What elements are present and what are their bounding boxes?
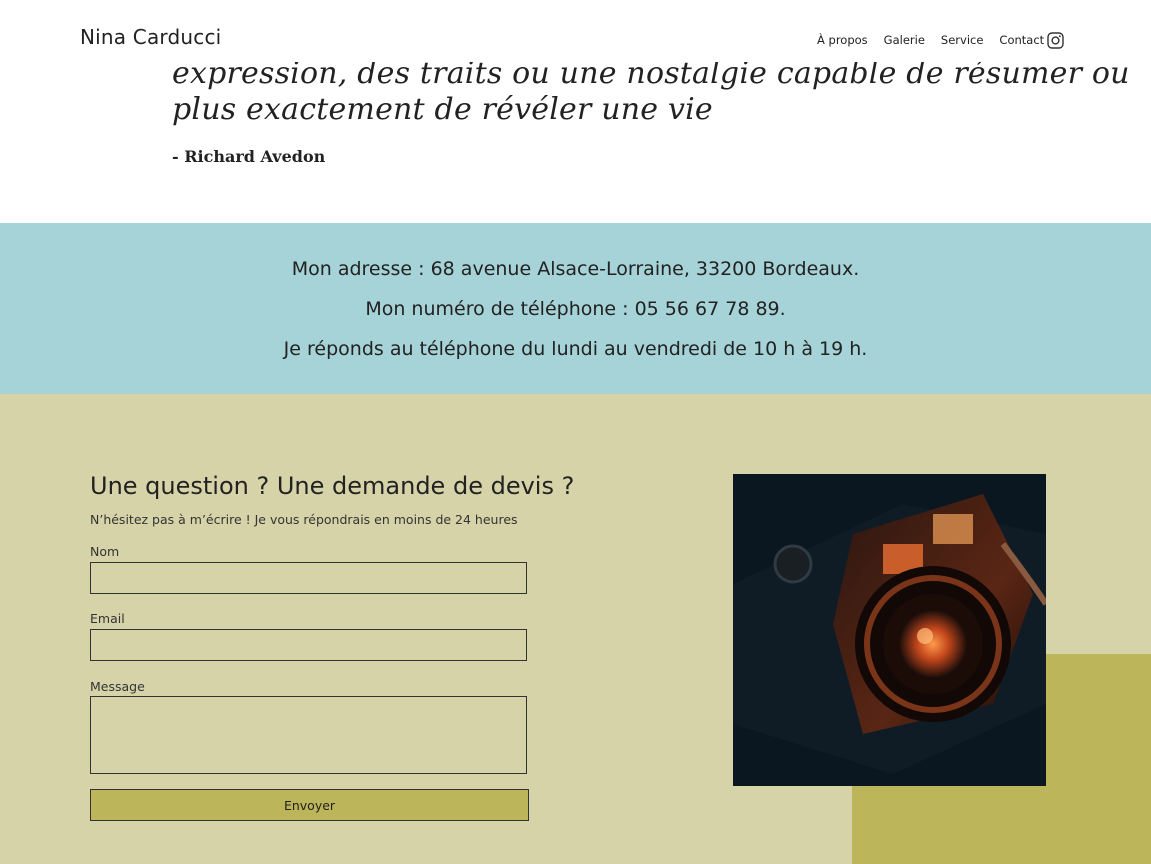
hours-text: Je réponds au téléphone du lundi au vend… xyxy=(283,338,868,360)
address-text: Mon adresse : 68 avenue Alsace-Lorraine,… xyxy=(291,258,860,280)
nav-link-gallery[interactable]: Galerie xyxy=(884,33,925,47)
name-label: Nom xyxy=(90,544,120,559)
main-nav: À propos Galerie Service Contact xyxy=(817,33,1044,47)
site-brand[interactable]: Nina Carducci xyxy=(80,25,221,49)
nav-link-service[interactable]: Service xyxy=(941,33,984,47)
submit-button[interactable]: Envoyer xyxy=(90,789,529,821)
email-field[interactable] xyxy=(90,629,527,661)
contact-info-band: Mon adresse : 68 avenue Alsace-Lorraine,… xyxy=(0,223,1151,394)
form-title: Une question ? Une demande de devis ? xyxy=(90,472,575,500)
site-header: Nina Carducci À propos Galerie Service C… xyxy=(0,0,1151,62)
message-label: Message xyxy=(90,679,145,694)
message-field[interactable] xyxy=(90,696,527,774)
nav-link-about[interactable]: À propos xyxy=(817,33,868,47)
instagram-icon[interactable] xyxy=(1047,32,1064,49)
phone-text: Mon numéro de téléphone : 05 56 67 78 89… xyxy=(365,298,786,320)
contact-section: Une question ? Une demande de devis ? N’… xyxy=(0,394,1151,864)
form-subtitle: N’hésitez pas à m’écrire ! Je vous répon… xyxy=(90,512,518,527)
camera-photo xyxy=(733,474,1046,786)
name-field[interactable] xyxy=(90,562,527,594)
quote-text-line-2: plus exactement de révéler une vie xyxy=(172,92,713,127)
nav-link-contact[interactable]: Contact xyxy=(999,33,1044,47)
email-label: Email xyxy=(90,611,125,626)
quote-author: - Richard Avedon xyxy=(172,147,326,166)
